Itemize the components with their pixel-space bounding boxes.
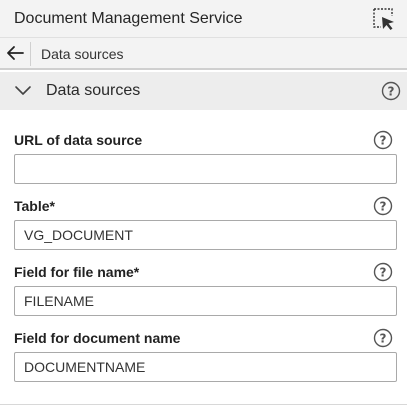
document-name-field-label: Field for document name (14, 330, 181, 346)
section-title: Data sources (46, 82, 141, 99)
data-sources-section-toggle[interactable]: Data sources ? (0, 72, 407, 110)
svg-text:?: ? (388, 85, 395, 99)
svg-text:?: ? (380, 134, 387, 148)
panel-title: Document Management Service (14, 10, 243, 27)
panel-header: Document Management Service (0, 0, 407, 38)
question-circle-icon[interactable]: ? (373, 196, 393, 216)
table-field-label: Table* (14, 198, 55, 214)
question-circle-icon[interactable]: ? (381, 81, 401, 101)
url-input[interactable] (14, 154, 397, 184)
breadcrumb-current: Data sources (41, 46, 124, 62)
breadcrumb-divider (30, 42, 31, 66)
divider (0, 404, 407, 405)
document-name-input[interactable] (14, 352, 397, 382)
document-management-panel: Document Management Service Data sources… (0, 0, 407, 410)
file-name-field-label: Field for file name* (14, 264, 140, 280)
question-circle-icon[interactable]: ? (373, 328, 393, 348)
url-field-label: URL of data source (14, 132, 143, 148)
back-button[interactable] (0, 38, 30, 68)
question-circle-icon[interactable]: ? (373, 262, 393, 282)
svg-text:?: ? (380, 332, 387, 346)
table-input[interactable] (14, 220, 397, 250)
arrow-left-icon (7, 46, 24, 60)
svg-text:?: ? (380, 200, 387, 214)
breadcrumb: Data sources (0, 38, 407, 70)
cursor-select-icon[interactable] (371, 6, 397, 32)
chevron-down-icon (15, 86, 31, 95)
question-circle-icon[interactable]: ? (373, 130, 393, 150)
file-name-input[interactable] (14, 286, 397, 316)
svg-text:?: ? (380, 266, 387, 280)
